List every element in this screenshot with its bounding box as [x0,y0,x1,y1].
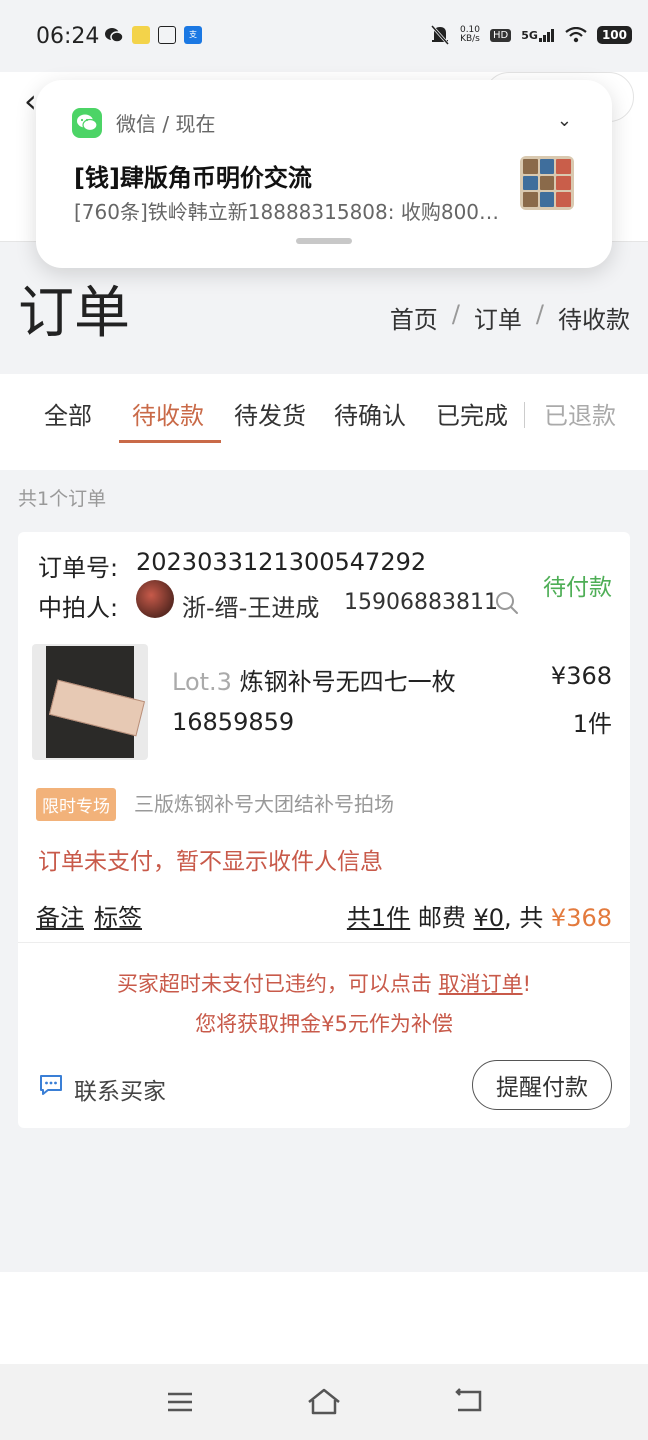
wechat-app-icon [72,108,102,138]
summary-count[interactable]: 共1件 [347,904,410,932]
limited-session-tag: 限时专场 [36,788,116,821]
order-tabs: 全部 待收款 待发货 待确认 已完成 已退款 [0,374,648,470]
notification-source: 微信 / 现在 [116,112,216,136]
status-badge: 待付款 [543,575,612,601]
tab-refunded[interactable]: 已退款 [544,396,616,431]
wechat-icon [105,28,124,43]
mute-bell-icon [430,25,450,45]
tab-pending-shipment[interactable]: 待发货 [234,396,306,431]
lot-thumbnail[interactable] [32,644,148,760]
tag-link[interactable]: 标签 [94,898,142,933]
tab-pending-confirm[interactable]: 待确认 [334,396,406,431]
summary-total: ¥368 [550,904,612,932]
winner-name: 浙-缙-王进成 [182,594,320,622]
card-divider [18,942,630,943]
remind-payment-button[interactable]: 提醒付款 [472,1060,612,1110]
breadcrumb-current: 待收款 [558,306,630,334]
avatar [136,580,174,618]
tab-all[interactable]: 全部 [44,396,92,431]
notification-title: [钱]肆版角币明价交流 [74,164,312,192]
lot-title[interactable]: Lot.3 炼钢补号无四七一枚 16859859 [172,662,522,742]
status-time: 06:24 [36,24,100,49]
breadcrumb-orders[interactable]: 订单 [474,300,522,335]
wifi-icon [565,27,587,43]
notification-drag-handle[interactable] [296,238,352,244]
lot-price: ¥368 [550,662,612,690]
status-right-indicators: 0.10 KB/s HD 5G 100 [430,24,632,46]
lot-number: Lot.3 [172,668,232,696]
compensation-note: 您将获取押金¥5元作为补偿 [195,1012,453,1036]
battery-indicator: 100 [596,26,632,44]
page-footer-area [0,1272,648,1364]
winner-phone: 15906883811 [344,590,498,615]
status-app-icons: 支 [104,26,202,44]
session-name[interactable]: 三版炼钢补号大团结补号拍场 [134,788,394,817]
tab-pending-payment[interactable]: 待收款 [132,396,204,431]
net-speed: 0.10 KB/s [460,26,480,44]
warning-prefix: 买家超时未支付已违约，可以点击 [116,972,432,996]
menu-icon[interactable] [166,1390,194,1414]
summary-total-label: , 共 [504,904,544,932]
remark-link[interactable]: 备注 [36,898,84,933]
breadcrumb-separator: / [451,300,460,328]
order-summary: 共1件 邮费 ¥0, 共 ¥368 [347,898,612,933]
lot-quantity: 1件 [572,710,612,738]
back-arrow-icon[interactable]: ‹ [24,82,37,120]
back-icon[interactable] [454,1388,484,1414]
unpaid-notice: 订单未支付，暂不显示收件人信息 [38,849,383,875]
breadcrumb: 首页 / 订单 / 待收款 [390,300,630,335]
summary-shipping[interactable]: ¥0 [473,904,504,932]
order-no-label: 订单号: [38,554,119,582]
hd-badge: HD [490,28,512,42]
alipay-icon: 支 [184,26,202,44]
breach-warning: 买家超时未支付已违约，可以点击 取消订单! [18,968,630,998]
order-no: 2023033121300547292 [136,548,427,576]
chat-icon[interactable] [38,1072,64,1098]
order-count: 共1个订单 [18,488,107,510]
active-tab-indicator [119,440,221,443]
winner-label: 中拍人: [38,594,119,622]
home-icon[interactable] [306,1386,342,1416]
chevron-down-icon[interactable]: ⌄ [557,110,572,131]
warning-suffix: ! [522,972,532,996]
page-title: 订单 [18,281,130,346]
toutiao-icon [158,26,176,44]
notification-body: [760条]铁岭韩立新18888315808: 收购800… [74,200,500,224]
network-label: 5G [521,29,538,42]
tab-completed[interactable]: 已完成 [436,396,508,431]
system-nav-bar [0,1364,648,1440]
net-speed-unit: KB/s [460,34,480,44]
signal-icon [538,29,554,42]
tab-divider [524,402,525,428]
order-card: 订单号: 2023033121300547292 待付款 中拍人: 浙-缙-王进… [18,532,630,1128]
network-type: 5G [521,28,555,42]
wechat-notification[interactable]: 微信 / 现在 ⌄ [钱]肆版角币明价交流 [760条]铁岭韩立新1888831… [36,80,612,268]
breadcrumb-separator: / [535,300,544,328]
cancel-order-link[interactable]: 取消订单 [439,972,523,996]
news-app-icon [132,26,150,44]
breadcrumb-home[interactable]: 首页 [390,300,438,335]
search-icon[interactable] [494,590,520,616]
group-avatar [520,156,574,210]
status-bar: 06:24 支 0.10 KB/s HD 5G 100 [0,0,648,72]
contact-buyer-link[interactable]: 联系买家 [74,1072,166,1106]
summary-shipping-label: 邮费 [417,904,466,932]
